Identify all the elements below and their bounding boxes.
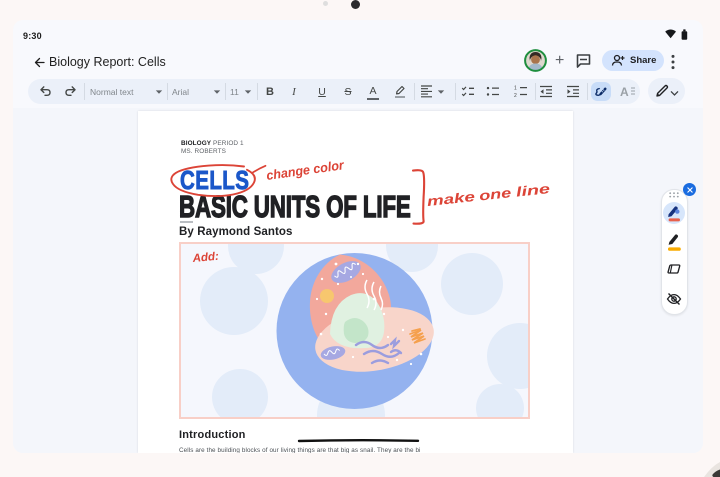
svg-text:one: one: [478, 185, 512, 203]
svg-text:Add:: Add:: [191, 251, 219, 265]
svg-text:make: make: [426, 189, 476, 209]
svg-text:change color: change color: [265, 157, 345, 183]
svg-text:line: line: [515, 181, 551, 200]
